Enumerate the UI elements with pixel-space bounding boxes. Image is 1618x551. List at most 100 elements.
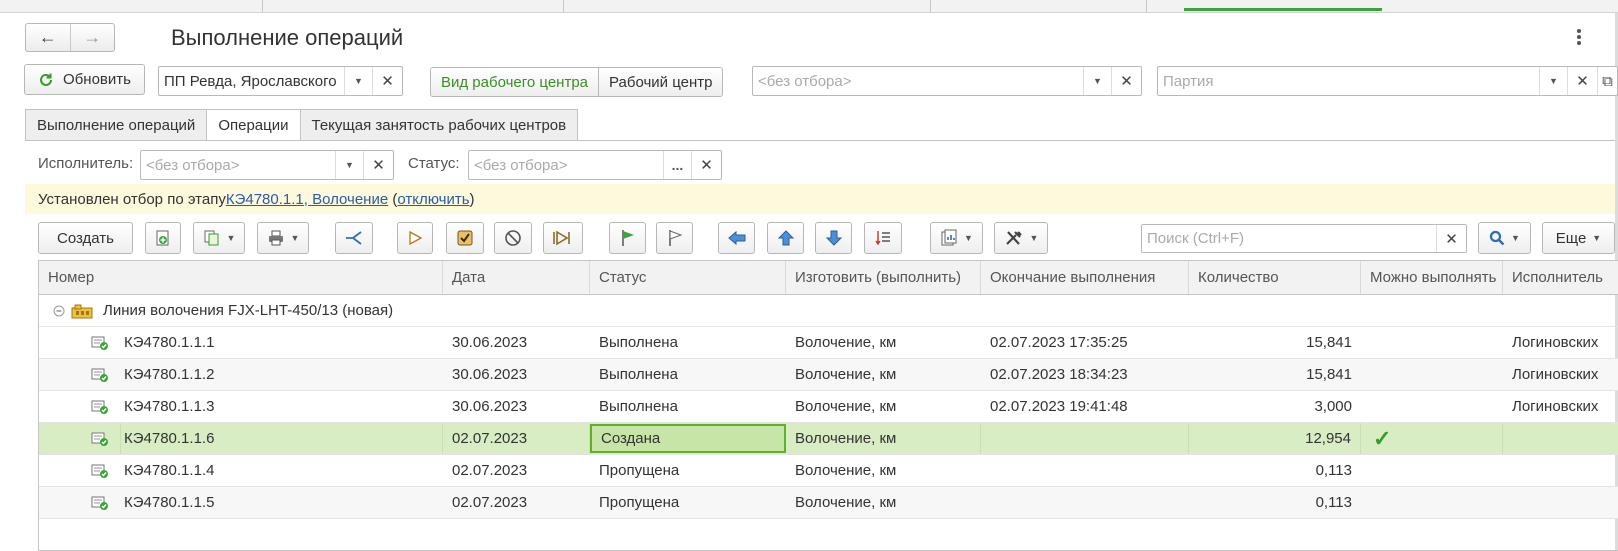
- department-select[interactable]: ПП Ревда, Ярославского ▼ ✕: [158, 66, 403, 96]
- cell-status[interactable]: Выполнена: [590, 327, 786, 358]
- chevron-down-icon[interactable]: ▼: [335, 151, 363, 179]
- cell-can-run[interactable]: [1361, 487, 1503, 518]
- chevron-down-icon[interactable]: ▼: [344, 67, 372, 95]
- cell-produce[interactable]: Волочение, км: [786, 327, 981, 358]
- reports-button[interactable]: ▼: [930, 222, 983, 254]
- column-header-status[interactable]: Статус: [590, 261, 786, 294]
- cell-end-time[interactable]: [981, 487, 1189, 518]
- cancel-operation-button[interactable]: [494, 222, 532, 254]
- active-window-tab-indicator[interactable]: [1184, 8, 1382, 11]
- cell-can-run[interactable]: [1361, 391, 1503, 422]
- refresh-button[interactable]: Обновить: [24, 64, 145, 95]
- cell-executor[interactable]: Логиновских: [1503, 359, 1618, 390]
- sort-list-button[interactable]: [864, 222, 902, 254]
- start-button[interactable]: [397, 222, 433, 254]
- open-form-icon[interactable]: ⧉: [1597, 67, 1617, 95]
- column-header-quantity[interactable]: Количество: [1189, 261, 1361, 294]
- cell-can-run[interactable]: [1361, 455, 1503, 486]
- set-flag-button[interactable]: [609, 222, 646, 254]
- skip-button[interactable]: [543, 222, 583, 254]
- cell-number[interactable]: КЭ4780.1.1.2: [115, 359, 443, 390]
- forward-arrow-icon[interactable]: →: [69, 24, 115, 51]
- cell-quantity[interactable]: 0,113: [1189, 487, 1361, 518]
- clear-search-icon[interactable]: ✕: [1436, 225, 1466, 252]
- cell-number[interactable]: КЭ4780.1.1.6: [115, 423, 443, 454]
- cell-number[interactable]: КЭ4780.1.1.4: [115, 455, 443, 486]
- cell-number[interactable]: КЭ4780.1.1.1: [115, 327, 443, 358]
- cell-end-time[interactable]: [981, 455, 1189, 486]
- column-header-executor[interactable]: Исполнитель: [1503, 261, 1618, 294]
- more-button[interactable]: Еще ▼: [1542, 222, 1615, 254]
- table-row[interactable]: КЭ4780.1.1.1 30.06.2023 Выполнена Волочение…: [39, 327, 1618, 359]
- add-copy-button[interactable]: [145, 222, 181, 254]
- cell-status[interactable]: Пропущена: [590, 455, 786, 486]
- cell-number[interactable]: КЭ4780.1.1.5: [115, 487, 443, 518]
- cell-date[interactable]: 30.06.2023: [443, 359, 590, 390]
- complete-button[interactable]: [446, 222, 484, 254]
- cell-executor[interactable]: [1503, 487, 1618, 518]
- executor-select[interactable]: <без отбора> ▼ ✕: [140, 150, 394, 180]
- clear-icon[interactable]: ✕: [691, 151, 721, 179]
- cell-end-time[interactable]: 02.07.2023 17:35:25: [981, 327, 1189, 358]
- cell-status[interactable]: Создана: [590, 424, 786, 453]
- cell-number[interactable]: КЭ4780.1.1.3: [115, 391, 443, 422]
- column-header-end-time[interactable]: Окончание выполнения: [981, 261, 1189, 294]
- cell-quantity[interactable]: 12,954: [1189, 423, 1361, 454]
- cell-date[interactable]: 30.06.2023: [443, 391, 590, 422]
- collapse-icon[interactable]: [53, 295, 73, 326]
- cell-quantity[interactable]: 3,000: [1189, 391, 1361, 422]
- tab-operations-execution[interactable]: Выполнение операций: [25, 109, 208, 140]
- chevron-down-icon[interactable]: ▼: [1083, 67, 1111, 95]
- cell-executor[interactable]: Логиновских: [1503, 391, 1618, 422]
- column-header-produce[interactable]: Изготовить (выполнить): [786, 261, 981, 294]
- table-row[interactable]: КЭ4780.1.1.4 02.07.2023 Пропущена Волочение…: [39, 455, 1618, 487]
- clear-flag-button[interactable]: [656, 222, 693, 254]
- tools-button[interactable]: ▼: [994, 222, 1048, 254]
- move-left-button[interactable]: [718, 222, 755, 254]
- disable-filter-link[interactable]: отключить: [397, 191, 469, 208]
- column-header-number[interactable]: Номер: [39, 261, 443, 294]
- batch-select[interactable]: Партия ▼ ✕ ⧉: [1157, 66, 1618, 96]
- cell-produce[interactable]: Волочение, км: [786, 359, 981, 390]
- clear-icon[interactable]: ✕: [1111, 67, 1141, 95]
- cell-executor[interactable]: [1503, 423, 1618, 454]
- create-based-on-button[interactable]: ▼: [193, 222, 245, 254]
- cell-can-run[interactable]: ✓: [1361, 423, 1503, 454]
- segment-workcenter[interactable]: Рабочий центр: [598, 68, 723, 96]
- cell-can-run[interactable]: [1361, 327, 1503, 358]
- more-vertical-icon[interactable]: [1575, 27, 1583, 47]
- cell-quantity[interactable]: 15,841: [1189, 327, 1361, 358]
- cell-date[interactable]: 30.06.2023: [443, 327, 590, 358]
- search-input[interactable]: Поиск (Ctrl+F) ✕: [1141, 224, 1467, 253]
- cell-end-time[interactable]: 02.07.2023 18:34:23: [981, 359, 1189, 390]
- back-arrow-icon[interactable]: ←: [26, 24, 70, 51]
- route-button[interactable]: [335, 222, 373, 254]
- cell-status[interactable]: Выполнена: [590, 391, 786, 422]
- workcenter-type-select[interactable]: <без отбора> ▼ ✕: [752, 66, 1142, 96]
- move-down-button[interactable]: [815, 222, 852, 254]
- clear-icon[interactable]: ✕: [1567, 67, 1597, 95]
- cell-produce[interactable]: Волочение, км: [786, 423, 981, 454]
- table-row[interactable]: КЭ4780.1.1.2 30.06.2023 Выполнена Волочение…: [39, 359, 1618, 391]
- cell-end-time[interactable]: 02.07.2023 19:41:48: [981, 391, 1189, 422]
- cell-quantity[interactable]: 15,841: [1189, 359, 1361, 390]
- column-header-can-run[interactable]: Можно выполнять: [1361, 261, 1503, 294]
- cell-executor[interactable]: Логиновских: [1503, 327, 1618, 358]
- cell-date[interactable]: 02.07.2023: [443, 455, 590, 486]
- cell-can-run[interactable]: [1361, 359, 1503, 390]
- status-select[interactable]: <без отбора> ... ✕: [468, 150, 722, 180]
- segment-workcenter-type[interactable]: Вид рабочего центра: [431, 68, 599, 96]
- tab-operations[interactable]: Операции: [206, 109, 301, 141]
- cell-executor[interactable]: [1503, 455, 1618, 486]
- cell-quantity[interactable]: 0,113: [1189, 455, 1361, 486]
- cell-date[interactable]: 02.07.2023: [443, 423, 590, 454]
- move-up-button[interactable]: [767, 222, 804, 254]
- table-row[interactable]: КЭ4780.1.1.6 02.07.2023 Создана Волочение, …: [39, 423, 1618, 455]
- cell-produce[interactable]: Волочение, км: [786, 391, 981, 422]
- cell-date[interactable]: 02.07.2023: [443, 487, 590, 518]
- cell-status[interactable]: Выполнена: [590, 359, 786, 390]
- print-button[interactable]: ▼: [257, 222, 309, 254]
- column-header-date[interactable]: Дата: [443, 261, 590, 294]
- table-row[interactable]: КЭ4780.1.1.3 30.06.2023 Выполнена Волочение…: [39, 391, 1618, 423]
- select-button[interactable]: ...: [663, 151, 691, 179]
